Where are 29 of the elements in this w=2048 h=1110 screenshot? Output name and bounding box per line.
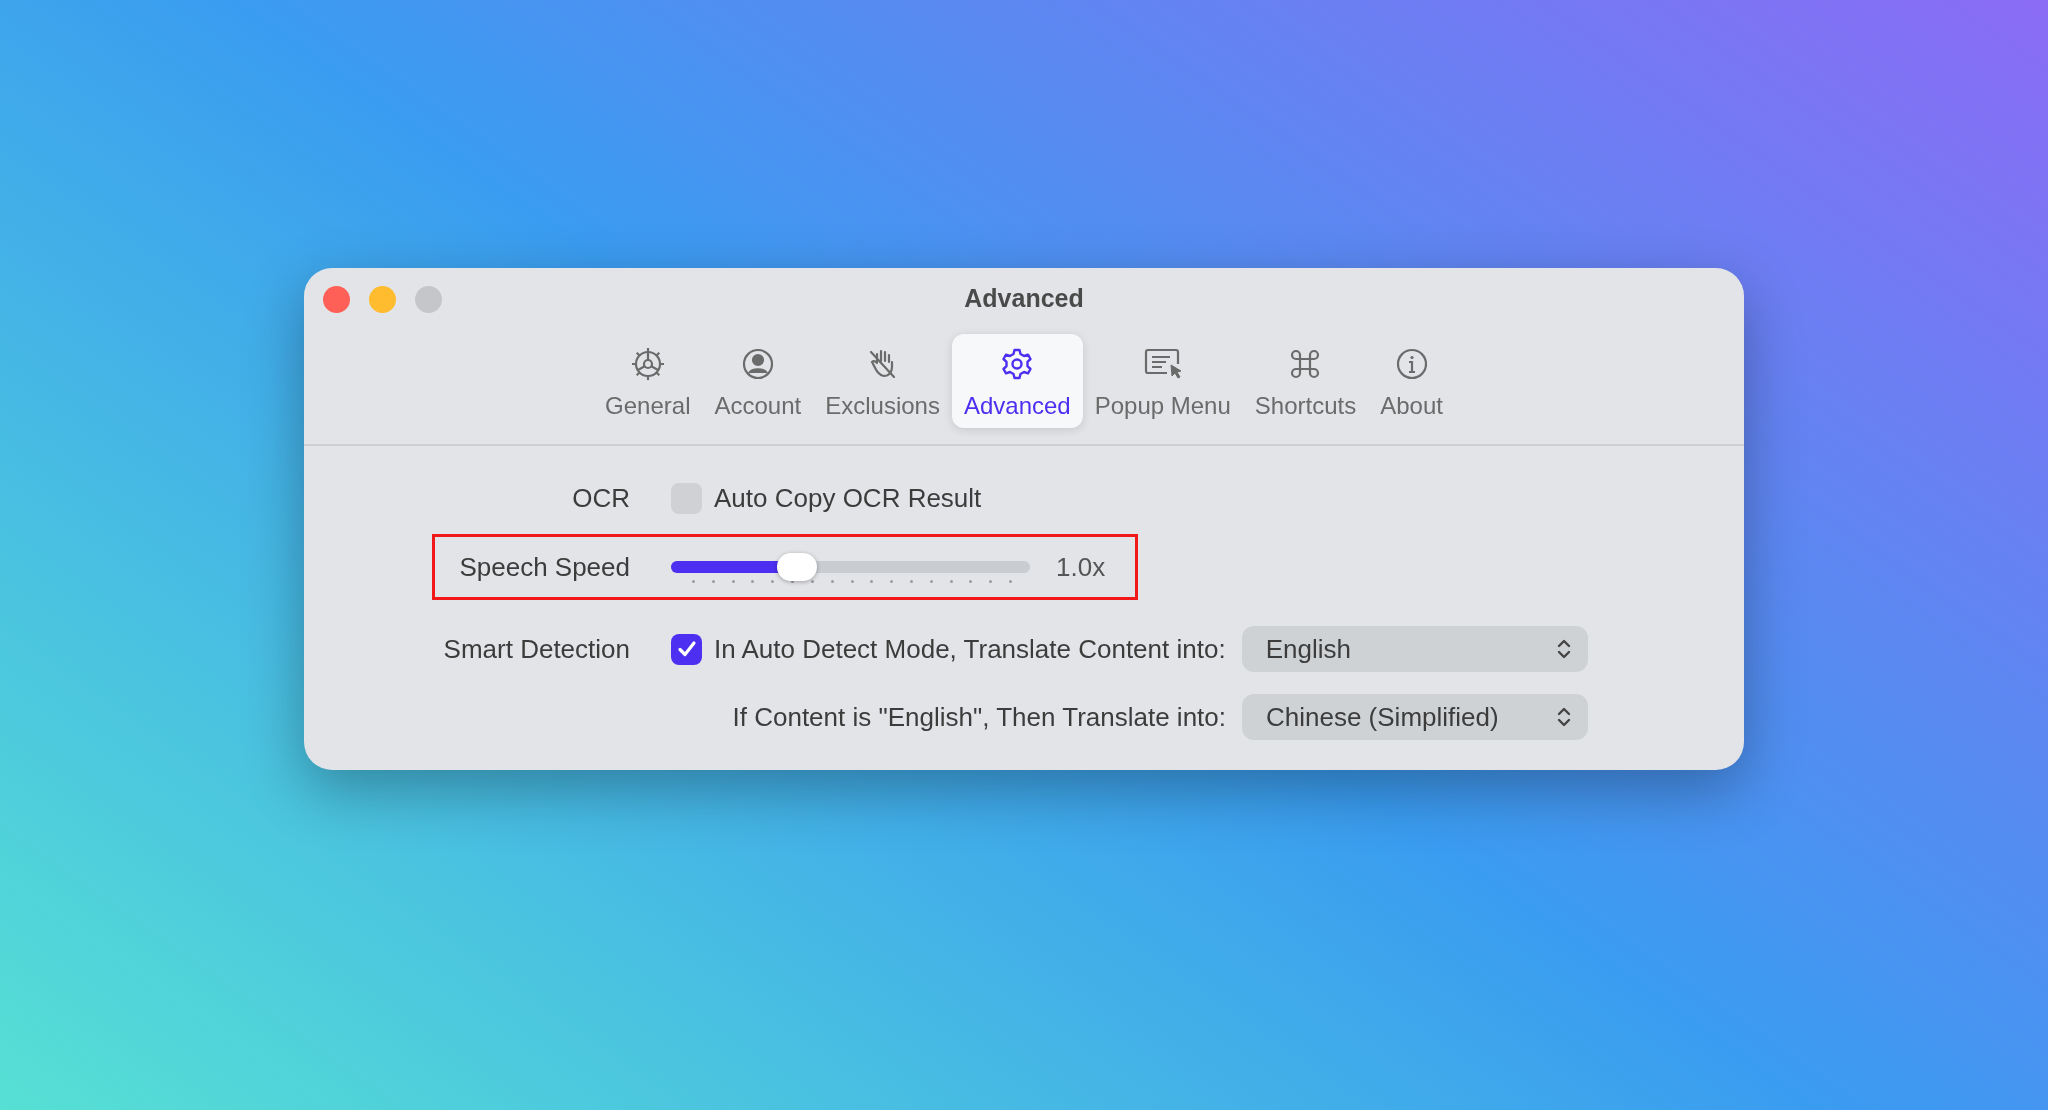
gear-icon <box>1000 347 1035 381</box>
toolbar-tab[interactable]: Popup Menu <box>1082 334 1243 428</box>
slider-thumb[interactable] <box>776 553 817 581</box>
checkbox-label: Auto Copy OCR Result <box>714 481 982 515</box>
chevron-updown-icon <box>1555 638 1572 660</box>
window-title: Advanced <box>964 282 1084 314</box>
setting-label: Speech Speed <box>458 550 630 584</box>
toolbar-tab[interactable]: Shortcuts <box>1242 334 1369 428</box>
person-icon <box>740 347 775 381</box>
setting-label: OCR <box>571 481 630 515</box>
checkbox-label: In Auto Detect Mode, Translate Content into: <box>714 632 1226 666</box>
toolbar-tab[interactable]: General <box>593 334 703 428</box>
close-button[interactable] <box>323 286 350 313</box>
screen-cursor-icon <box>1142 347 1183 381</box>
toolbar-tab[interactable]: Exclusions <box>813 334 952 428</box>
language-select[interactable]: Chinese (Simplified) <box>1242 694 1588 740</box>
minimize-button[interactable] <box>369 286 396 313</box>
toolbar-tab[interactable]: Account <box>702 334 814 428</box>
toolbar-tab[interactable]: Advanced <box>951 334 1083 428</box>
chevron-updown-icon <box>1556 706 1572 728</box>
setting-label: Smart Detection <box>442 632 630 666</box>
wheel-icon <box>630 347 665 381</box>
language-select[interactable]: English <box>1241 626 1588 672</box>
info-icon <box>1394 347 1429 381</box>
zoom-button[interactable] <box>415 286 442 313</box>
checkbox[interactable] <box>671 633 702 665</box>
speed-value: 1.0x <box>1056 550 1106 584</box>
toolbar-tab[interactable]: About <box>1368 334 1455 428</box>
rule-label: If Content is "English", Then Translate into: <box>732 700 1226 734</box>
